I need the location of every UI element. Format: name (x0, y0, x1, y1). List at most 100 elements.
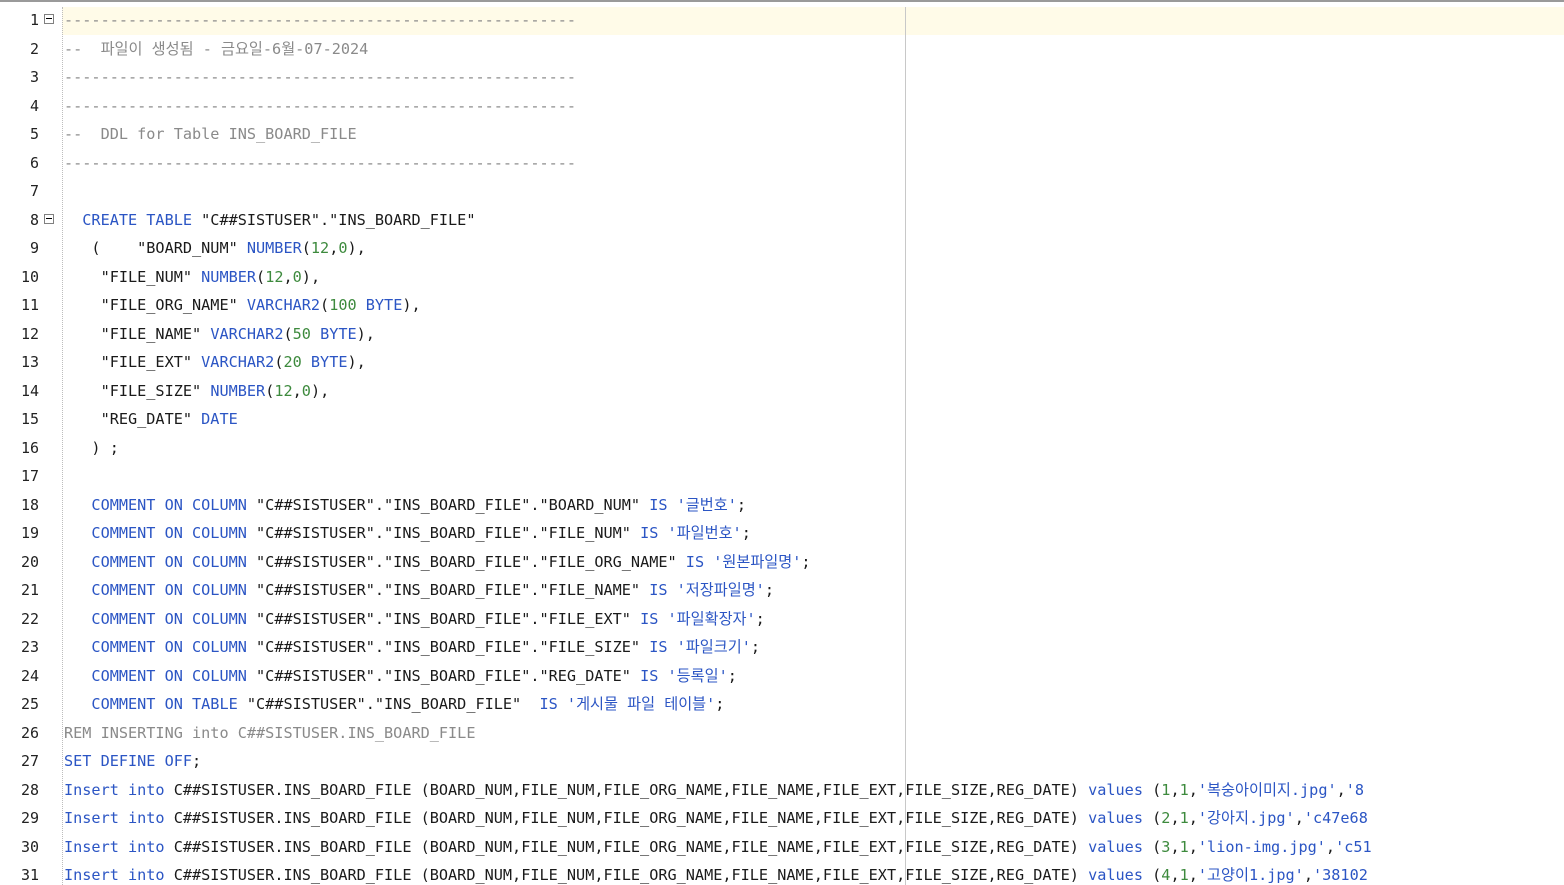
code-token: "FILE_EXT" (64, 353, 202, 371)
code-token: REM INSERTING into C##SISTUSER.INS_BOARD… (64, 723, 476, 742)
line-number: 13 (20, 353, 39, 371)
line-number: 15 (20, 410, 39, 428)
code-line[interactable]: 27 SET DEFINE OFF; (0, 747, 1564, 775)
code-token: "C##SISTUSER"."INS_BOARD_FILE"."REG_DATE… (256, 666, 641, 685)
code-token: 'lion-img.jpg' (1197, 837, 1326, 856)
line-number: 9 (29, 239, 39, 257)
code-token: 0 (292, 267, 302, 286)
code-line[interactable]: 4 ---------------------------------------… (0, 92, 1564, 120)
code-token: "C##SISTUSER"."INS_BOARD_FILE"."FILE_NUM… (256, 524, 641, 542)
code-text: "FILE_SIZE" NUMBER(12,0), (64, 381, 330, 400)
line-number: 27 (20, 752, 39, 770)
code-token: 0 (338, 239, 348, 257)
code-line[interactable]: 3 ---------------------------------------… (0, 63, 1564, 91)
code-token: COMMENT ON TABLE (64, 695, 247, 713)
line-number: 30 (20, 837, 39, 856)
sql-code-editor[interactable]: 1 ---------------------------------------… (0, 0, 1564, 885)
code-token: 1 (1179, 837, 1189, 856)
code-text: -- 파일이 생성됨 - 금요일-6월-07-2024 (64, 40, 368, 58)
code-line[interactable]: 6 ---------------------------------------… (0, 149, 1564, 177)
code-line[interactable]: 29 Insert into C##SISTUSER.INS_BOARD_FILE… (0, 804, 1564, 832)
code-token: COMMENT ON COLUMN (64, 666, 257, 685)
code-line[interactable]: 18 COMMENT ON COLUMN "C##SISTUSER"."INS_… (0, 491, 1564, 519)
code-token: values (1088, 837, 1153, 856)
code-line[interactable]: 7 (0, 177, 1564, 205)
line-number: 3 (29, 68, 39, 86)
code-line[interactable]: 14 "FILE_SIZE" NUMBER(12,0), (0, 377, 1564, 405)
code-token: COMMENT ON COLUMN (64, 552, 257, 571)
code-line[interactable]: 23 COMMENT ON COLUMN "C##SISTUSER"."INS_… (0, 633, 1564, 661)
code-line[interactable]: 2 -- 파일이 생성됨 - 금요일-6월-07-2024 (0, 35, 1564, 63)
code-line[interactable]: 13 "FILE_EXT" VARCHAR2(20 BYTE), (0, 348, 1564, 376)
code-token: 0 (301, 381, 311, 400)
code-line[interactable]: 12 "FILE_NAME" VARCHAR2(50 BYTE), (0, 320, 1564, 348)
code-token: ; (715, 695, 725, 713)
code-token: Insert into (64, 837, 174, 856)
code-token: ; (750, 638, 760, 656)
code-line[interactable]: 17 (0, 462, 1564, 490)
code-token: IS (640, 609, 668, 628)
code-line[interactable]: 20 COMMENT ON COLUMN "C##SISTUSER"."INS_… (0, 548, 1564, 576)
code-text: COMMENT ON COLUMN "C##SISTUSER"."INS_BOA… (64, 496, 746, 514)
code-token: Insert into (64, 780, 174, 799)
code-line[interactable]: 16 ) ; (0, 434, 1564, 462)
code-token: 1 (1179, 866, 1189, 884)
code-line[interactable]: 25 COMMENT ON TABLE "C##SISTUSER"."INS_B… (0, 690, 1564, 718)
code-line[interactable]: 24 COMMENT ON COLUMN "C##SISTUSER"."INS_… (0, 662, 1564, 690)
code-token: -- DDL for Table INS_BOARD_FILE (64, 125, 357, 143)
code-line[interactable]: 15 "REG_DATE" DATE (0, 405, 1564, 433)
line-number: 5 (29, 125, 39, 143)
code-line[interactable]: 26 REM INSERTING into C##SISTUSER.INS_BOA… (0, 719, 1564, 747)
code-token: '원본파일명' (713, 552, 802, 571)
code-token: ; (727, 666, 737, 685)
code-token: '저장파일명' (676, 581, 765, 599)
code-token: values (1088, 809, 1153, 827)
code-token: ; (192, 752, 202, 770)
code-text: ----------------------------------------… (64, 68, 576, 86)
code-token: ), (310, 381, 330, 400)
code-token: "C##SISTUSER"."INS_BOARD_FILE"."BOARD_NU… (256, 495, 650, 514)
code-line[interactable]: 5 -- DDL for Table INS_BOARD_FILE (0, 120, 1564, 148)
line-number: 22 (20, 609, 39, 628)
code-token: "FILE_SIZE" (64, 381, 211, 400)
code-token: ), (356, 324, 375, 343)
code-token: ; (741, 524, 751, 542)
code-text: ) ; (64, 439, 118, 457)
code-token: 1 (1179, 780, 1189, 799)
code-token: COMMENT ON COLUMN (64, 524, 257, 542)
line-number: 29 (20, 809, 39, 827)
code-line[interactable]: 21 COMMENT ON COLUMN "C##SISTUSER"."INS_… (0, 576, 1564, 604)
code-token: "C##SISTUSER"."INS_BOARD_FILE" (201, 210, 476, 229)
code-token: Insert into (64, 809, 174, 827)
code-token: ( (1152, 780, 1162, 799)
code-token: ( (1152, 866, 1162, 884)
code-line[interactable]: 1 ---------------------------------------… (0, 6, 1564, 34)
line-number: 1 (29, 11, 39, 29)
code-line[interactable]: 31 Insert into C##SISTUSER.INS_BOARD_FILE… (0, 861, 1564, 885)
code-token: ( (320, 296, 330, 314)
fold-collapse-icon[interactable] (44, 14, 54, 24)
code-line[interactable]: 22 COMMENT ON COLUMN "C##SISTUSER"."INS_… (0, 605, 1564, 633)
code-text: Insert into C##SISTUSER.INS_BOARD_FILE (… (64, 781, 1364, 799)
code-token: BYTE (310, 324, 357, 343)
fold-collapse-icon[interactable] (44, 213, 54, 224)
code-text: COMMENT ON TABLE "C##SISTUSER"."INS_BOAR… (64, 695, 724, 713)
code-token: ----------------------------------------… (64, 153, 577, 172)
code-line[interactable]: 9 ( "BOARD_NUM" NUMBER(12,0), (0, 234, 1564, 262)
code-token: ( (265, 381, 275, 400)
line-number: 21 (20, 581, 39, 599)
code-token: ), (347, 239, 366, 257)
line-number: 25 (20, 695, 39, 713)
code-line[interactable]: 19 COMMENT ON COLUMN "C##SISTUSER"."INS_… (0, 519, 1564, 547)
code-line[interactable]: 11 "FILE_ORG_NAME" VARCHAR2(100 BYTE), (0, 291, 1564, 319)
code-line[interactable]: 30 Insert into C##SISTUSER.INS_BOARD_FILE… (0, 833, 1564, 861)
code-line[interactable]: 28 Insert into C##SISTUSER.INS_BOARD_FILE… (0, 776, 1564, 804)
code-token: ; (736, 495, 747, 514)
code-token: , (329, 239, 339, 257)
code-token: 'c51 (1335, 837, 1372, 856)
line-number: 31 (20, 866, 39, 884)
code-line[interactable]: 10 "FILE_NUM" NUMBER(12,0), (0, 263, 1564, 291)
code-token: , (1170, 809, 1180, 827)
code-token: 50 (292, 324, 311, 343)
code-line[interactable]: 8 CREATE TABLE "C##SISTUSER"."INS_BOARD_… (0, 206, 1564, 234)
